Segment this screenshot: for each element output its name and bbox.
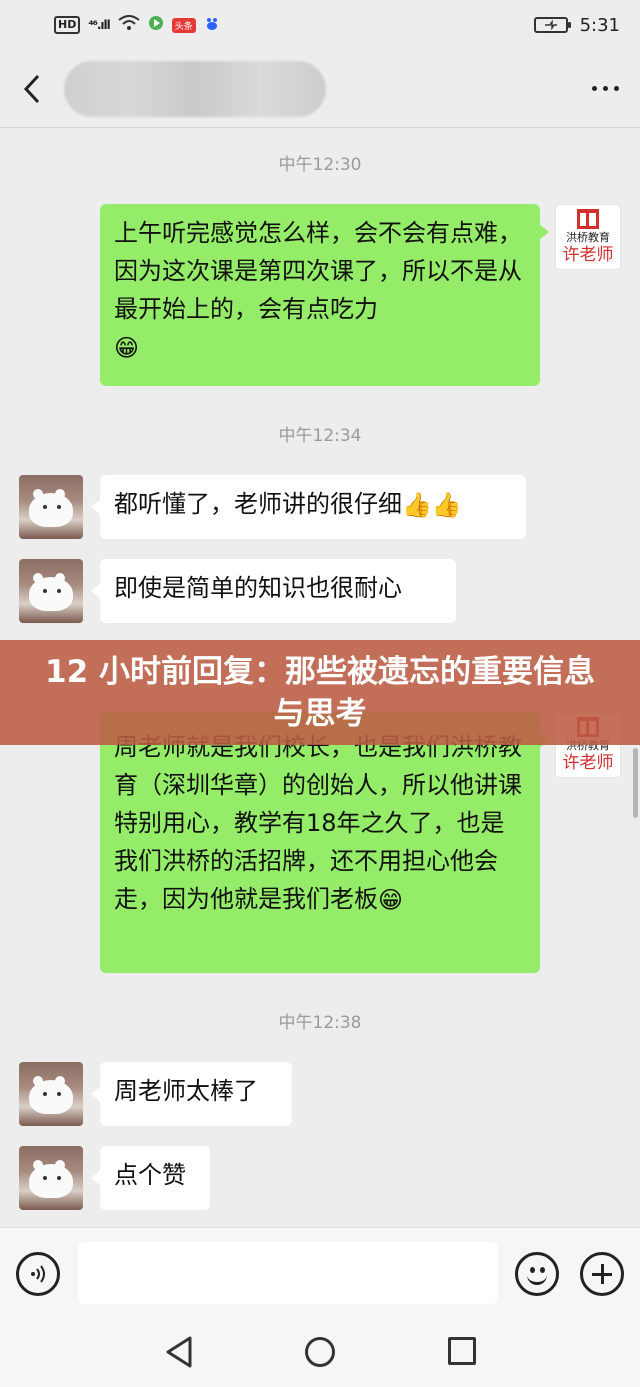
- contact-avatar[interactable]: [19, 559, 83, 623]
- video-app-icon: [148, 15, 164, 36]
- message-bubble-received[interactable]: 周老师太棒了: [91, 1062, 292, 1126]
- voice-button[interactable]: [16, 1252, 60, 1296]
- message-text: 点个赞: [114, 1161, 186, 1189]
- contact-avatar[interactable]: [19, 1146, 83, 1210]
- contact-avatar[interactable]: [19, 475, 83, 539]
- wifi-icon: [118, 15, 140, 35]
- message-text: 即使是简单的知识也很耐心: [114, 574, 402, 602]
- nav-home-icon[interactable]: [305, 1337, 335, 1367]
- grin-emoji-icon: 😁: [114, 334, 140, 362]
- status-bar: HD ⁴⁶.ıll 头条 5:31: [0, 0, 640, 50]
- voice-icon: [31, 1265, 45, 1283]
- headline-banner: 12 小时前回复：那些被遗忘的重要信息与思考: [0, 640, 640, 745]
- contact-avatar[interactable]: [19, 1062, 83, 1126]
- emoji-button[interactable]: [515, 1252, 559, 1296]
- avatar-teacher-name: 许老师: [562, 753, 614, 773]
- timestamp: 中午12:30: [278, 155, 362, 175]
- message-text: 周老师就是我们校长，也是我们洪桥教育（深圳华章）的创始人，所以他讲课特别用心，教…: [114, 733, 522, 913]
- battery-icon: [533, 17, 571, 33]
- chat-header: [0, 50, 640, 128]
- message-bubble-received[interactable]: 即使是简单的知识也很耐心: [91, 559, 456, 623]
- message-input[interactable]: [78, 1242, 498, 1304]
- more-dots-icon: [591, 86, 597, 91]
- hd-indicator: HD: [54, 16, 81, 34]
- timestamp: 中午12:34: [278, 426, 362, 446]
- more-button[interactable]: [570, 50, 640, 128]
- nav-recent-apps-icon[interactable]: [448, 1337, 476, 1365]
- baidu-app-icon: [204, 15, 220, 36]
- contact-name-blurred: [64, 60, 326, 117]
- timestamp: 中午12:38: [278, 1013, 362, 1033]
- scrollbar-thumb[interactable]: [633, 748, 638, 818]
- back-button[interactable]: [0, 50, 64, 128]
- grin-emoji-icon: 😁: [378, 886, 404, 914]
- message-bubble-received[interactable]: 都听懂了，老师讲的很仔细👍👍: [91, 475, 526, 539]
- banner-text: 12 小时前回复：那些被遗忘的重要信息与思考: [45, 653, 595, 732]
- thumbs-up-emoji-icon: 👍👍: [402, 491, 462, 519]
- signal-icon: ⁴⁶.ıll: [88, 18, 110, 32]
- message-bubble-sent[interactable]: 上午听完感觉怎么样，会不会有点难，因为这次课是第四次课了，所以不是从最开始上的，…: [100, 204, 549, 386]
- avatar-teacher-name: 许老师: [562, 245, 614, 265]
- message-text: 都听懂了，老师讲的很仔细: [114, 490, 402, 518]
- message-bubble-sent[interactable]: 周老师就是我们校长，也是我们洪桥教育（深圳华章）的创始人，所以他讲课特别用心，教…: [100, 712, 549, 973]
- nav-back-icon[interactable]: [164, 1335, 194, 1369]
- brand-logo-icon: [577, 209, 599, 229]
- message-text: 上午听完感觉怎么样，会不会有点难，因为这次课是第四次课了，所以不是从最开始上的，…: [114, 219, 522, 323]
- message-text: 周老师太棒了: [114, 1077, 258, 1105]
- teacher-avatar[interactable]: 洪桥教育 许老师: [555, 204, 621, 270]
- plus-button[interactable]: [580, 1252, 624, 1296]
- chat-input-bar: [0, 1227, 640, 1319]
- news-app-icon: 头条: [171, 17, 196, 33]
- chevron-left-icon: [23, 74, 40, 103]
- avatar-org-name: 洪桥教育: [566, 231, 610, 244]
- system-nav-bar: [0, 1319, 640, 1387]
- message-bubble-received[interactable]: 点个赞: [91, 1146, 210, 1210]
- emoji-icon: [530, 1267, 535, 1273]
- clock: 5:31: [579, 14, 620, 36]
